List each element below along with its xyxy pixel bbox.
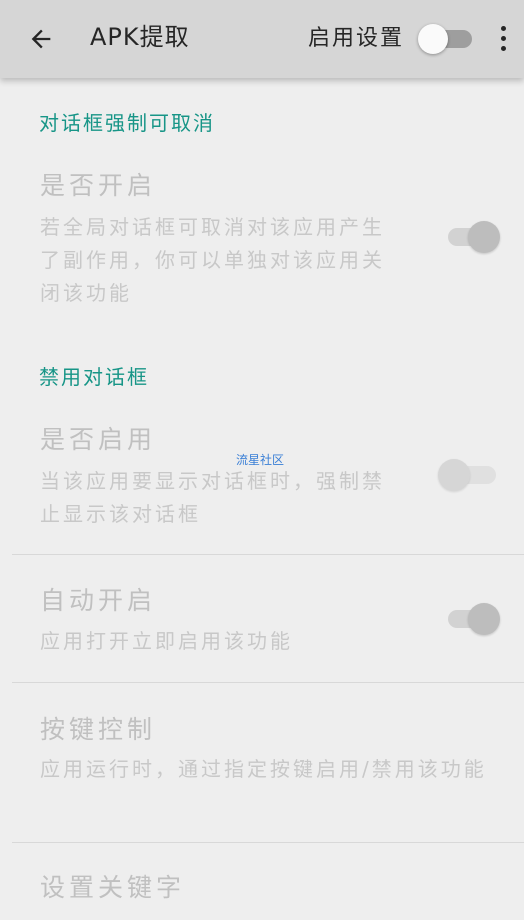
pref-summary-key-control: 应用运行时，通过指定按键启用/禁用该功能 bbox=[40, 757, 487, 781]
toggle-thumb bbox=[468, 221, 500, 253]
section-header-cancelable: 对话框强制可取消 bbox=[39, 111, 215, 135]
divider bbox=[12, 682, 524, 683]
auto-start-toggle[interactable] bbox=[446, 603, 502, 635]
section-header-disable-dialog: 禁用对话框 bbox=[39, 365, 149, 389]
pref-summary-cancelable: 若全局对话框可取消对该应用产生了副作用，你可以单独对该应用关闭该功能 bbox=[40, 215, 385, 305]
more-vert-icon-dot bbox=[500, 45, 506, 51]
more-vert-icon bbox=[500, 25, 506, 31]
watermark-text: 流星社区 bbox=[236, 453, 285, 467]
page-title: APK提取 bbox=[90, 23, 190, 51]
pref-summary-auto-start: 应用打开立即启用该功能 bbox=[40, 629, 293, 653]
divider bbox=[12, 554, 524, 555]
pref-summary-disable-dialog: 当该应用要显示对话框时，强制禁止显示该对话框 bbox=[40, 469, 385, 526]
pref-title-key-control: 按键控制 bbox=[40, 715, 157, 744]
pref-title-auto-start: 自动开启 bbox=[40, 586, 157, 615]
pref-title-disable-dialog: 是否启用 bbox=[40, 425, 157, 454]
enable-settings-label: 启用设置 bbox=[308, 26, 405, 51]
enable-settings-toggle[interactable] bbox=[418, 24, 476, 54]
arrow-left-icon bbox=[31, 29, 51, 49]
toggle-thumb bbox=[468, 603, 500, 635]
more-vert-icon-dot bbox=[500, 35, 506, 41]
divider bbox=[12, 842, 524, 843]
toolbar: APK提取 启用设置 bbox=[0, 0, 524, 78]
back-button[interactable] bbox=[20, 19, 62, 59]
toggle-thumb bbox=[438, 459, 470, 491]
settings-page: APK提取 启用设置 对话框强制可取消 是否开启 若全局对话框可取消对该应用产生… bbox=[0, 0, 524, 920]
more-options-button[interactable] bbox=[490, 20, 516, 56]
pref-title-keywords: 设置关键字 bbox=[40, 873, 186, 902]
cancelable-toggle[interactable] bbox=[446, 221, 502, 253]
pref-title-cancelable: 是否开启 bbox=[40, 171, 157, 200]
disable-dialog-toggle[interactable] bbox=[438, 459, 500, 491]
toggle-thumb bbox=[418, 24, 448, 54]
